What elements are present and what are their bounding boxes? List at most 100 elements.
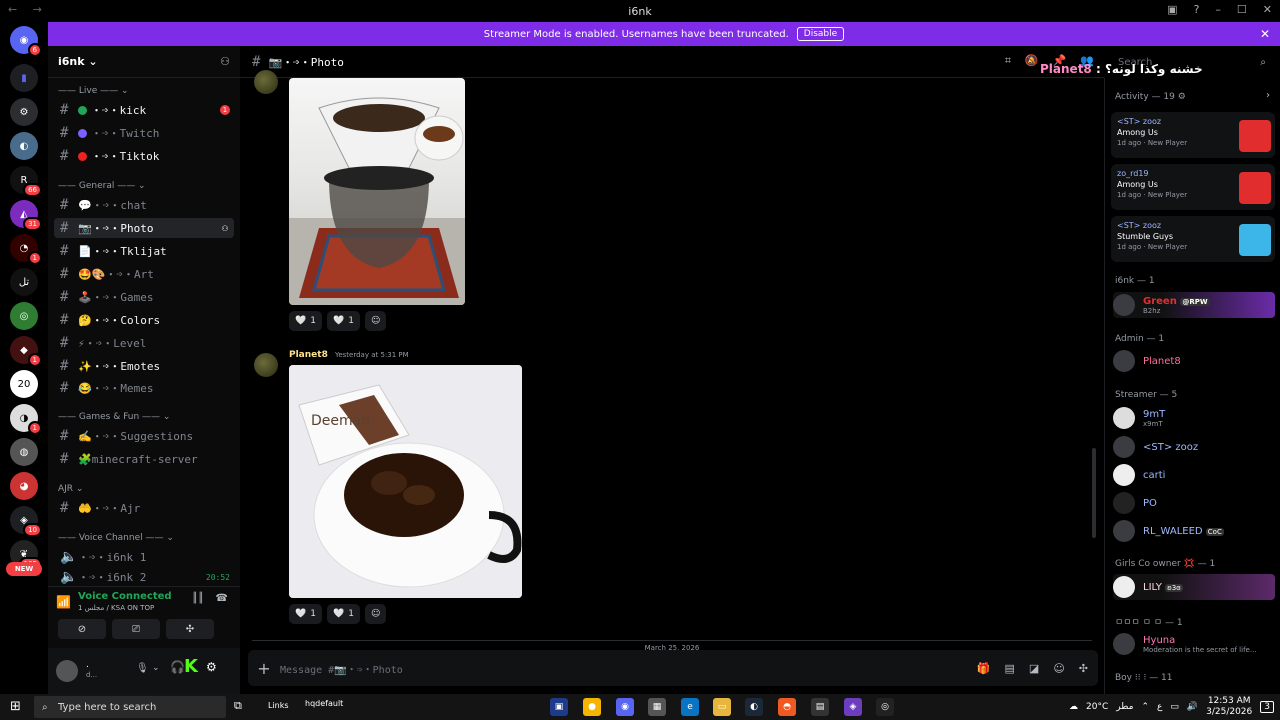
member-row[interactable]: 9mT x9mT xyxy=(1113,405,1275,431)
category-voice[interactable]: —— Voice Channel —— ⌄ xyxy=(58,533,174,543)
task-view-icon[interactable]: ⧉ xyxy=(234,699,242,713)
close-window-icon[interactable]: ✕ xyxy=(1263,3,1272,16)
app-icon[interactable]: ● xyxy=(583,698,601,716)
disconnect-icon[interactable]: ☎ xyxy=(216,593,228,604)
member-row[interactable]: Green @RPW B2hz xyxy=(1113,292,1275,318)
person-add-icon[interactable]: ⚇ xyxy=(220,55,230,68)
activity-header[interactable]: Activity — 19 ⚙ xyxy=(1115,92,1186,102)
member-row[interactable]: RL_WALEED CoC xyxy=(1113,518,1275,544)
app-icon[interactable]: ▤ xyxy=(811,698,829,716)
reaction-heart[interactable]: 🤍 1 xyxy=(327,311,360,331)
member-row[interactable]: LILY ʚ3ɞ xyxy=(1113,574,1275,600)
voice-channel-1[interactable]: 🔈 ・➩・i6nk 1 xyxy=(54,547,234,567)
temperature[interactable]: 20°C xyxy=(1086,702,1108,712)
emoji-icon[interactable]: ☺ xyxy=(1053,662,1064,675)
channel-colors[interactable]: # 🤔 ・➩・Colors xyxy=(54,310,234,330)
channel-suggestions[interactable]: # ✍️ ・➩・Suggestions xyxy=(54,426,234,446)
member-row[interactable]: <ST> zooz xyxy=(1113,434,1275,460)
channel-photo[interactable]: # 📷 ・➩・Photo ⚇ xyxy=(54,218,234,238)
channel-kick[interactable]: # ・➩・kick 1 xyxy=(54,100,234,120)
edge-icon[interactable]: e xyxy=(681,698,699,716)
guild-header[interactable]: i6nk ⌄ ⚇ xyxy=(48,46,240,78)
app-icon[interactable]: ◈ xyxy=(844,698,862,716)
server-icon[interactable]: ◑ 1 xyxy=(10,404,42,435)
category-ajr[interactable]: AJR ⌄ xyxy=(58,484,83,494)
chevron-right-icon[interactable]: › xyxy=(1266,90,1270,101)
channel-tklijat[interactable]: # 📄 ・➩・Tklijat xyxy=(54,241,234,261)
channel-emotes[interactable]: # ✨ ・➩・Emotes xyxy=(54,356,234,376)
nav-arrows[interactable]: ← → xyxy=(8,3,48,16)
avatar[interactable] xyxy=(254,353,278,377)
activity-card[interactable]: <ST> zooz Stumble Guys 1d ago · New Play… xyxy=(1111,216,1275,262)
app-icon[interactable]: ◓ xyxy=(778,698,796,716)
server-icon[interactable]: ◎ xyxy=(10,302,38,330)
server-icon[interactable]: ◔ 1 xyxy=(10,234,42,265)
category-games[interactable]: —— Games & Fun —— ⌄ xyxy=(58,412,170,422)
folder-icon[interactable]: ▭ xyxy=(713,698,731,716)
home-discord-icon[interactable]: ◉ 6 xyxy=(10,26,42,57)
reaction-heart[interactable]: 🤍 1 xyxy=(289,311,322,331)
apps-icon[interactable]: ✣ xyxy=(1079,662,1088,675)
coffee-pourover-image[interactable] xyxy=(289,78,465,305)
voice-channel-2[interactable]: 🔈 ・➩・i6nk 2 20:52 xyxy=(54,569,234,585)
channel-tiktok[interactable]: # ・➩・Tiktok xyxy=(54,146,234,166)
app-icon[interactable]: ▦ xyxy=(648,698,666,716)
minimize-icon[interactable]: – xyxy=(1215,3,1221,16)
member-row[interactable]: carti xyxy=(1113,462,1275,488)
discord-icon[interactable]: ◉ xyxy=(616,698,634,716)
chevron-up-icon[interactable]: ⌃ xyxy=(1141,702,1149,712)
noise-icon[interactable]: ║║ xyxy=(192,593,204,604)
message-author[interactable]: Planet8 xyxy=(289,350,328,360)
server-icon[interactable]: ◍ xyxy=(10,438,38,466)
banner-close-icon[interactable]: ✕ xyxy=(1260,27,1270,41)
add-reaction-button[interactable]: ☺ xyxy=(365,311,387,331)
server-icon[interactable]: R 66 xyxy=(10,166,42,197)
gif-icon[interactable]: ▤ xyxy=(1005,662,1015,675)
links-toolbar[interactable]: Links xyxy=(268,701,289,710)
channel-games[interactable]: # 🕹️ ・➩・Games xyxy=(54,287,234,307)
new-badge[interactable]: NEW xyxy=(6,562,42,576)
windows-start-icon[interactable]: ⊞ xyxy=(10,699,21,714)
sticker-icon[interactable]: ◪ xyxy=(1029,662,1039,675)
activity-card[interactable]: zo_rd19 Among Us 1d ago · New Player xyxy=(1111,164,1275,210)
message-composer[interactable]: + Message #📷・➩・Photo 🎁 ▤ ◪ ☺ ✣ xyxy=(248,650,1098,686)
folder-icon[interactable]: ▮ xyxy=(10,64,38,92)
maximize-icon[interactable]: ☐ xyxy=(1237,3,1247,16)
inbox-icon[interactable]: ▣ xyxy=(1167,3,1177,16)
category-general[interactable]: —— General —— ⌄ xyxy=(58,181,146,191)
server-icon[interactable]: ⚙ xyxy=(10,98,38,126)
app-icon[interactable]: ▣ xyxy=(550,698,568,716)
server-icon[interactable]: ◈ 10 xyxy=(10,506,42,537)
mic-icon[interactable]: 🎙 xyxy=(136,663,149,674)
settings-icon[interactable]: ⚙ xyxy=(206,660,217,674)
avatar[interactable] xyxy=(56,660,78,682)
volume-icon[interactable]: 🔊 xyxy=(1187,702,1198,712)
clock[interactable]: 12:53 AM 3/25/2026 xyxy=(1206,696,1252,718)
server-icon[interactable]: تل xyxy=(10,268,38,296)
hqdefault-file[interactable]: hqdefault xyxy=(305,699,343,708)
channel-minecraft[interactable]: # 🧩 minecraft-server xyxy=(54,449,234,469)
channel-memes[interactable]: # 😂 ・➩・Memes xyxy=(54,378,234,398)
voice-status[interactable]: Voice Connected xyxy=(78,591,172,602)
help-icon[interactable]: ? xyxy=(1194,3,1200,16)
channel-chat[interactable]: # 💬 ・➩・chat xyxy=(54,195,234,215)
avatar[interactable] xyxy=(254,70,278,94)
headphone-icon[interactable]: 🎧 xyxy=(170,660,185,674)
reaction-heart[interactable]: 🤍 1 xyxy=(289,604,322,624)
member-row[interactable]: Hyuna Moderation is the secret of life... xyxy=(1113,631,1275,657)
disable-button[interactable]: Disable xyxy=(796,27,845,41)
category-live[interactable]: —— Live —— ⌄ xyxy=(58,86,129,96)
obs-icon[interactable]: ◎ xyxy=(876,698,894,716)
channel-ajr[interactable]: # 🤲 ・➩・Ajr xyxy=(54,498,234,518)
activities-button[interactable]: ✣ xyxy=(166,619,214,639)
gift-icon[interactable]: 🎁 xyxy=(977,662,991,675)
language-indicator[interactable]: ع xyxy=(1157,702,1162,712)
member-row[interactable]: Planet8 xyxy=(1113,348,1275,374)
screen-share-button[interactable]: ⎚ xyxy=(112,619,160,639)
mute-bell-icon[interactable]: 🔕 xyxy=(1025,54,1039,68)
notification-icon[interactable]: 3 xyxy=(1260,701,1274,713)
camera-off-button[interactable]: ⊘ xyxy=(58,619,106,639)
activity-card[interactable]: <ST> zooz Among Us 1d ago · New Player xyxy=(1111,112,1275,158)
server-icon[interactable]: ◕ xyxy=(10,472,38,500)
scrollbar[interactable] xyxy=(1092,448,1096,538)
